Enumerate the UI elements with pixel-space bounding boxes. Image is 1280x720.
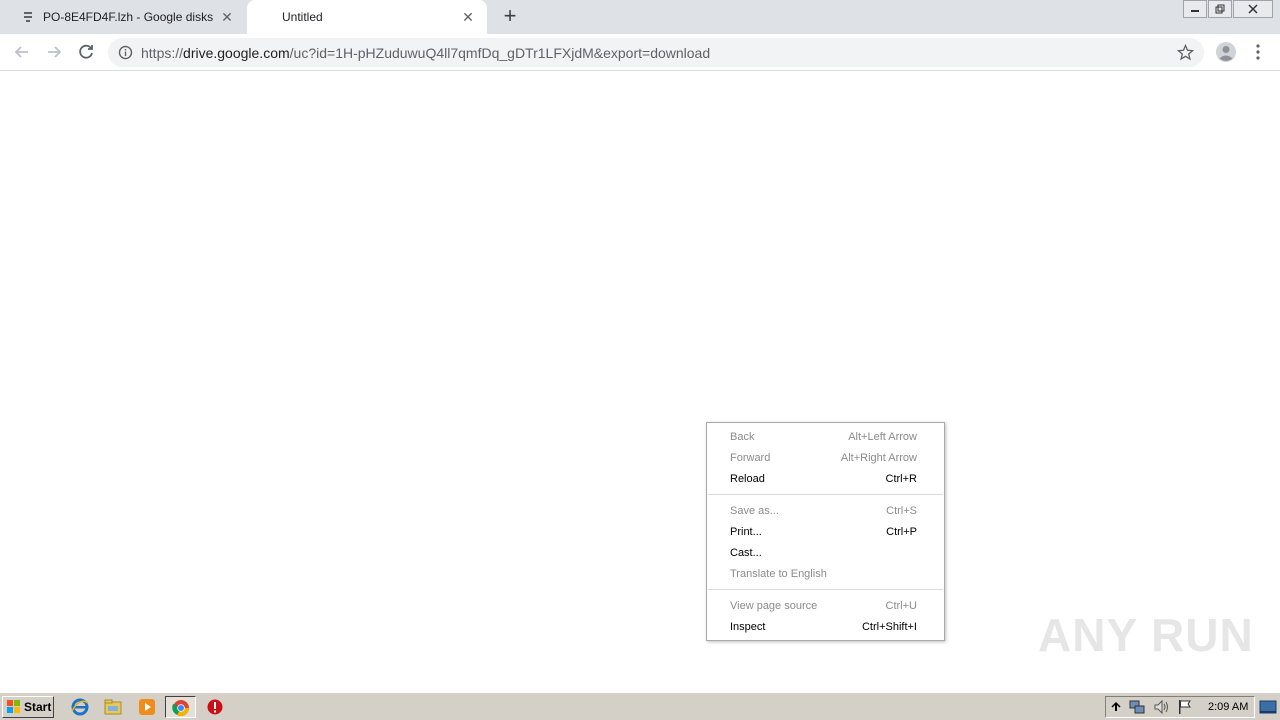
menu-item-label: Reload [730,473,765,485]
menu-separator [708,494,943,495]
action-center-flag-icon[interactable] [1176,698,1194,716]
tab-google-disks[interactable]: PO-8E4FD4F.lzh - Google disks ✕ [0,0,246,34]
menu-item-forward[interactable]: Forward Alt+Right Arrow [707,448,944,469]
menu-item-label: Translate to English [730,568,827,580]
menu-item-shortcut: Ctrl+S [886,505,917,517]
menu-item-print[interactable]: Print... Ctrl+P [707,522,944,543]
menu-item-cast[interactable]: Cast... [707,543,944,564]
minimize-button[interactable] [1183,0,1207,18]
menu-item-inspect[interactable]: Inspect Ctrl+Shift+I [707,617,944,638]
menu-item-label: Forward [730,452,771,464]
menu-item-shortcut: Alt+Right Arrow [840,452,917,464]
new-tab-button[interactable]: + [499,5,521,28]
menu-item-label: Save as... [730,505,779,517]
close-icon [1248,4,1258,14]
info-icon[interactable] [118,45,133,60]
taskbar-clock[interactable]: 2:09 AM [1208,701,1248,713]
url-path: /uc?id=1H-pHZuduwuQ4ll7qmfDq_gDTr1LFXjdM… [289,45,711,61]
tab-title: Untitled [282,10,323,24]
drive-file-icon [24,12,32,22]
menu-item-shortcut: Ctrl+U [885,600,917,612]
url-scheme: https:// [141,45,184,61]
context-menu: Back Alt+Left Arrow Forward Alt+Right Ar… [706,422,945,641]
profile-avatar-icon[interactable] [1215,41,1237,63]
chrome-taskbar-button[interactable] [165,696,196,718]
minimize-icon [1191,10,1199,12]
menu-item-label: View page source [730,600,818,612]
page-content[interactable] [0,72,1280,692]
forward-arrow-icon[interactable] [43,41,65,63]
start-label: Start [24,700,52,714]
file-explorer-icon[interactable] [103,697,123,717]
menu-item-save-as[interactable]: Save as... Ctrl+S [707,501,944,522]
reload-icon[interactable] [75,41,97,63]
menu-item-translate[interactable]: Translate to English [707,564,944,585]
menu-item-view-source[interactable]: View page source Ctrl+U [707,596,944,617]
menu-item-reload[interactable]: Reload Ctrl+R [707,469,944,490]
browser-toolbar: https://drive.google.com/uc?id=1H-pHZudu… [0,34,1280,71]
back-arrow-icon[interactable] [11,41,33,63]
volume-icon[interactable] [1152,698,1170,716]
bookmark-star-icon[interactable] [1177,44,1194,61]
menu-item-label: Back [730,431,755,443]
tab-close-icon[interactable]: ✕ [459,8,477,26]
menu-kebab-icon[interactable] [1252,43,1264,61]
menu-item-shortcut: Ctrl+P [886,526,917,538]
url-text: https://drive.google.com/uc?id=1H-pHZudu… [141,45,710,61]
menu-separator [708,589,943,590]
tab-title: PO-8E4FD4F.lzh - Google disks [43,10,214,24]
menu-item-shortcut: Alt+Left Arrow [848,431,917,443]
menu-item-label: Inspect [730,621,766,633]
media-player-icon[interactable] [137,697,157,717]
network-icon[interactable] [1128,698,1146,716]
tab-strip: PO-8E4FD4F.lzh - Google disks ✕ Untitled… [0,0,1280,34]
start-button[interactable]: Start [2,696,54,718]
menu-item-label: Cast... [730,547,762,559]
show-hidden-icons-icon[interactable] [1110,699,1122,713]
show-desktop-icon[interactable] [1259,698,1277,716]
menu-item-back[interactable]: Back Alt+Left Arrow [707,427,944,448]
chrome-icon [172,700,189,716]
taskbar: Start 2:09 AM [0,692,1280,720]
close-window-button[interactable] [1233,0,1273,18]
windows-logo-icon [7,700,20,713]
watermark: ANY RUN [1038,609,1254,661]
address-bar[interactable]: https://drive.google.com/uc?id=1H-pHZudu… [108,38,1204,67]
restore-button[interactable] [1208,0,1232,18]
url-host: drive.google.com [183,45,290,61]
menu-item-shortcut: Ctrl+Shift+I [861,621,917,633]
tab-close-icon[interactable]: ✕ [218,8,236,26]
menu-item-label: Print... [730,526,762,538]
tab-untitled[interactable]: Untitled ✕ [247,0,487,34]
opera-icon[interactable] [205,697,225,717]
menu-item-shortcut: Ctrl+R [885,473,917,485]
restore-icon [1215,4,1225,14]
internet-explorer-icon[interactable] [70,697,90,717]
